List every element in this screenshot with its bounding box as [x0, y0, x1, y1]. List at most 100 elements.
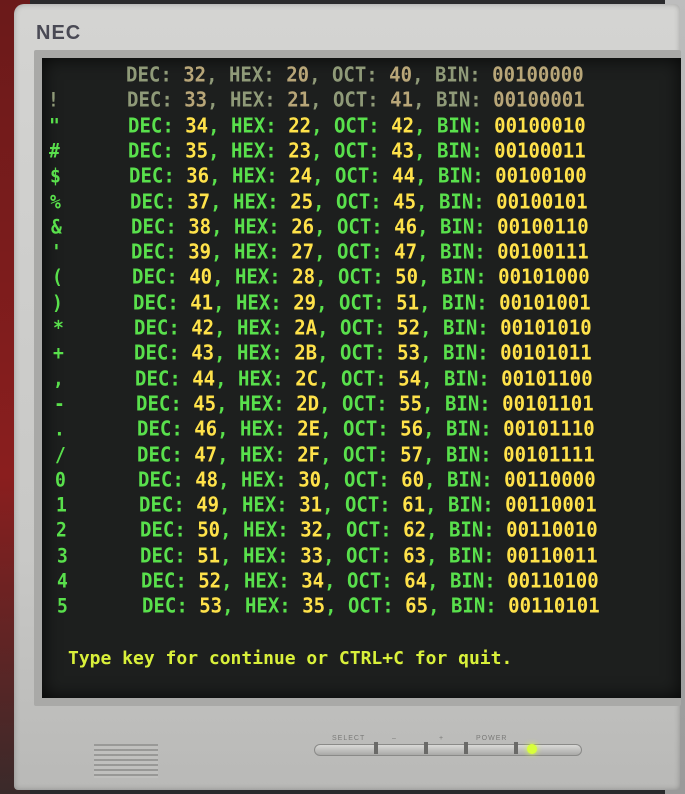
cell-value: 21 [287, 88, 311, 113]
continue-prompt: Type key for continue or CTRL+C for quit… [68, 648, 513, 669]
cell-value: 32 [300, 518, 324, 543]
cell-label: , [219, 493, 242, 517]
minus-button-label: – [392, 735, 397, 742]
row-values: DEC: 39, HEX: 27, OCT: 47, BIN: 00100111 [131, 239, 589, 266]
select-button[interactable] [374, 742, 378, 754]
ascii-glyph: / [55, 443, 66, 467]
cell-label: OCT: [345, 543, 404, 568]
ascii-glyph: 4 [57, 570, 68, 593]
cell-value: 48 [195, 467, 219, 492]
cell-label: , [215, 366, 238, 391]
cell-value: 29 [293, 290, 317, 315]
cell-label: , [325, 594, 348, 619]
cell-value: 00101000 [498, 265, 590, 290]
cell-label: , [221, 569, 244, 593]
cell-label: , [313, 189, 336, 214]
cell-value: 00100001 [493, 88, 585, 113]
cell-value: 00110100 [507, 569, 599, 593]
cell-label: BIN: [440, 265, 499, 290]
cell-label: , [323, 543, 346, 568]
cell-label: OCT: [341, 391, 400, 416]
cell-value: 55 [399, 391, 423, 416]
cell-label: , [217, 417, 240, 442]
cell-value: 27 [291, 240, 315, 264]
cell-label: , [418, 265, 441, 290]
cell-label: DEC: [141, 569, 199, 593]
cell-value: 00101110 [503, 417, 595, 442]
cell-value: 00101001 [499, 290, 591, 315]
cell-value: 47 [194, 442, 218, 467]
cell-value: 53 [397, 341, 421, 366]
power-button[interactable] [514, 742, 518, 754]
cell-label: , [220, 518, 243, 543]
cell-value: 00110001 [505, 493, 597, 517]
cell-value: 44 [192, 366, 216, 391]
cell-label: OCT: [333, 113, 392, 138]
row-values: DEC: 44, HEX: 2C, OCT: 54, BIN: 00101100 [135, 366, 593, 393]
cell-label: , [416, 189, 439, 214]
cell-label: , [208, 113, 231, 138]
row-values: DEC: 52, HEX: 34, OCT: 64, BIN: 00110100 [141, 568, 599, 595]
speaker-grille [94, 744, 158, 778]
cell-value: 00100110 [497, 214, 589, 239]
cell-label: DEC: [132, 265, 190, 290]
cell-label: , [206, 63, 229, 87]
minus-button[interactable] [424, 742, 428, 754]
cell-label: OCT: [343, 467, 402, 492]
row-values: DEC: 46, HEX: 2E, OCT: 56, BIN: 00101110 [137, 416, 595, 443]
cell-label: DEC: [128, 113, 186, 138]
cell-value: 2F [297, 442, 321, 467]
cell-value: 62 [403, 518, 427, 543]
cell-label: , [315, 265, 338, 290]
cell-label: , [420, 316, 443, 340]
cell-label: , [424, 467, 447, 492]
cell-label: , [214, 341, 237, 366]
cell-label: HEX: [230, 138, 289, 163]
row-values: DEC: 38, HEX: 26, OCT: 46, BIN: 00100110 [131, 214, 589, 241]
row-values: DEC: 37, HEX: 25, OCT: 45, BIN: 00100101 [130, 189, 588, 216]
cell-label: , [317, 341, 340, 366]
cell-value: 40 [189, 265, 213, 290]
cell-label: DEC: [140, 543, 198, 568]
cell-label: , [320, 417, 343, 442]
ascii-glyph: * [53, 317, 64, 340]
power-button-label: POWER [476, 735, 508, 742]
cell-value: 00101111 [503, 442, 595, 467]
cell-label: DEC: [134, 316, 192, 340]
row-values: DEC: 51, HEX: 33, OCT: 63, BIN: 00110011 [140, 543, 598, 570]
cell-label: , [426, 518, 449, 543]
ascii-glyph: 3 [57, 544, 68, 568]
cell-label: HEX: [242, 518, 301, 543]
cell-value: 00101101 [502, 391, 594, 416]
cell-label: HEX: [236, 341, 295, 366]
ascii-glyph: 1 [56, 494, 67, 517]
cell-label: OCT: [339, 316, 398, 340]
plus-button[interactable] [464, 742, 468, 754]
cell-value: 46 [394, 214, 418, 239]
cell-value: 00110000 [504, 467, 596, 492]
cell-label: OCT: [333, 138, 392, 163]
cell-label: , [415, 164, 438, 189]
cell-value: 42 [391, 113, 415, 138]
cell-label: OCT: [337, 265, 396, 290]
cell-label: DEC: [131, 240, 189, 264]
cell-label: OCT: [344, 493, 403, 517]
cell-label: , [217, 442, 240, 467]
ascii-glyph: + [53, 342, 64, 366]
cell-label: DEC: [129, 164, 187, 189]
cell-label: , [324, 569, 347, 593]
cell-value: 34 [301, 569, 325, 593]
cell-value: 2B [294, 341, 318, 366]
cell-label: BIN: [434, 63, 493, 87]
cell-label: , [210, 189, 233, 214]
cell-label: , [211, 240, 234, 264]
cell-label: , [312, 164, 335, 189]
cell-label: DEC: [131, 214, 189, 239]
cell-label: , [309, 63, 332, 87]
row-values: DEC: 47, HEX: 2F, OCT: 57, BIN: 00101111 [137, 442, 595, 469]
cell-label: DEC: [127, 88, 185, 113]
cell-label: HEX: [240, 467, 299, 492]
cell-label: HEX: [228, 63, 287, 87]
cell-value: 33 [300, 543, 324, 568]
row-values: DEC: 40, HEX: 28, OCT: 50, BIN: 00101000 [132, 264, 590, 291]
